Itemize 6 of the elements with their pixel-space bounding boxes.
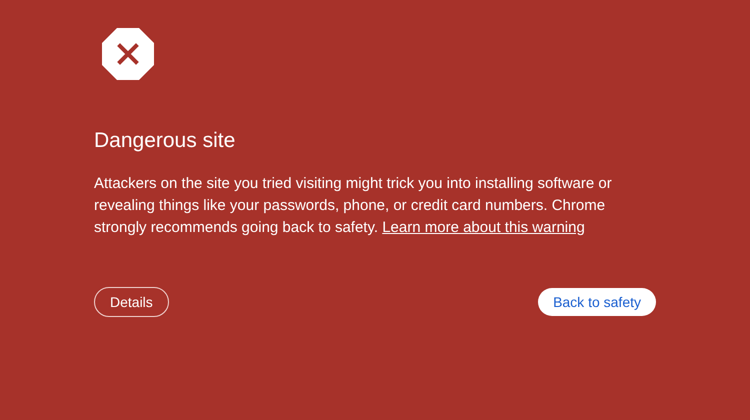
danger-icon bbox=[102, 28, 154, 80]
page-title: Dangerous site bbox=[94, 128, 236, 154]
learn-more-link[interactable]: Learn more about this warning bbox=[382, 219, 585, 236]
back-button[interactable]: Back to safety bbox=[538, 288, 656, 316]
warning-text: Attackers on the site you tried visiting might trick you into installing software or revealing things like your passwords, phone, or credit card numbers. Chrome strongly recommends going back to safety. Learn more about this warning bbox=[94, 174, 613, 238]
details-button[interactable]: Details bbox=[94, 287, 169, 317]
